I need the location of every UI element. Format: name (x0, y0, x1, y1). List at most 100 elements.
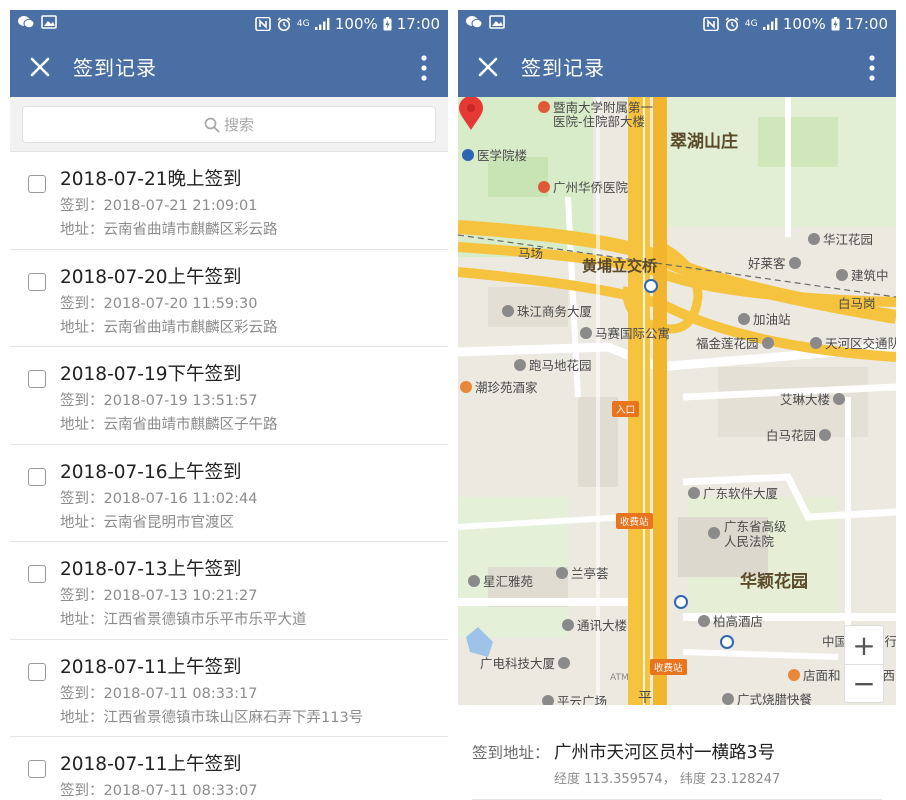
record-item[interactable]: 2018-07-20上午签到 签到：2018-07-20 11:59:30 地址… (10, 250, 448, 347)
sign-toll-1: 收费站 (616, 513, 653, 529)
record-item[interactable]: 2018-07-11上午签到 签到：2018-07-11 08:33:07 (10, 737, 448, 800)
right-screen: 4G 100% 17:00 签到记录 暨南大学附属第一 医院-住院部大楼 翠湖山… (458, 10, 896, 800)
record-item[interactable]: 2018-07-13上午签到 签到：2018-07-13 10:21:27 地址… (10, 542, 448, 640)
record-time: 签到：2018-07-21 21:09:01 (60, 198, 258, 214)
metro-icon[interactable] (644, 279, 658, 293)
poi-software[interactable]: 广东软件大厦 (688, 483, 778, 502)
poi-label: 兰亭荟 (571, 566, 609, 581)
record-item[interactable]: 2018-07-16上午签到 签到：2018-07-16 11:02:44 地址… (10, 445, 448, 542)
search-bar: 搜索 (10, 97, 448, 152)
wechat-icon (466, 16, 482, 29)
poi-lantingqi[interactable]: 兰亭荟 (556, 563, 609, 582)
poi-label: 广电科技大厦 (480, 656, 556, 671)
address-label: 签到地址： (472, 744, 550, 762)
metro-icon[interactable] (720, 635, 734, 649)
record-address: 地址：云南省昆明市官渡区 (60, 514, 234, 531)
left-screen: 4G 100% 17:00 签到记录 搜索 2018-07-21晚上签到 签到：… (10, 10, 448, 800)
poi-xinghui[interactable]: 星汇雅苑 (468, 571, 533, 590)
record-address: 地址：云南省曲靖市麒麟区彩云路 (60, 319, 278, 336)
nfc-icon (703, 17, 719, 31)
location-pin-icon (459, 97, 483, 130)
record-address: 地址：江西省景德镇市乐平市乐平大道 (60, 612, 307, 628)
record-title: 2018-07-19下午签到 (60, 364, 242, 385)
record-checkbox[interactable] (28, 370, 46, 388)
status-bar: 4G 100% 17:00 (10, 10, 448, 38)
poi-guangdian[interactable]: 广电科技大厦 (480, 653, 573, 672)
signal-icon (762, 18, 778, 30)
poi-huajiang[interactable]: 华江花园 (808, 229, 873, 248)
poi-medical-bldg[interactable]: 医学院楼 (462, 145, 527, 164)
search-input[interactable]: 搜索 (22, 106, 436, 143)
clock: 17:00 (844, 15, 888, 33)
poi-jiayouzhan[interactable]: 加油站 (738, 309, 791, 328)
poi-haolaike[interactable]: 好莱客 (748, 253, 804, 272)
poi-label: 暨南大学附属第一 (553, 100, 654, 115)
poi-label: 广东软件大厦 (703, 486, 779, 501)
poi-guangshi[interactable]: 广式烧腊快餐 (722, 689, 812, 705)
address-panel: 签到地址： 广州市天河区员村一横路3号 经度 113.359574， 纬度 23… (458, 705, 896, 800)
record-time: 签到：2018-07-13 10:21:27 (60, 588, 258, 604)
close-icon[interactable] (26, 53, 54, 81)
record-title: 2018-07-20上午签到 (60, 266, 242, 288)
zoom-in-button[interactable]: + (845, 626, 883, 664)
poi-hospital-1[interactable]: 暨南大学附属第一 医院-住院部大楼 (538, 101, 653, 129)
poi-label: 星汇雅苑 (483, 574, 534, 589)
poi-label: 通讯大楼 (577, 618, 628, 633)
record-checkbox[interactable] (28, 467, 46, 486)
more-options-icon[interactable] (864, 53, 880, 83)
address-value: 广州市天河区员村一横路3号 (554, 743, 776, 763)
battery-percent: 100% (782, 15, 826, 33)
metro-icon[interactable] (674, 595, 688, 609)
poi-label: 好莱客 (748, 256, 786, 271)
page-title: 签到记录 (521, 56, 605, 80)
poi-label: 天河区交通队 (825, 336, 896, 351)
record-checkbox[interactable] (28, 175, 46, 193)
poi-ailin[interactable]: 艾琳大楼 (780, 389, 848, 408)
poi-baigao[interactable]: 柏高酒店 (698, 611, 763, 630)
poi-tongxun[interactable]: 通讯大楼 (562, 615, 627, 634)
poi-label: 建筑中 (851, 268, 889, 283)
battery-percent: 100% (334, 15, 378, 33)
poi-masai[interactable]: 马赛国际公寓 (580, 323, 670, 342)
record-item[interactable]: 2018-07-11上午签到 签到：2018-07-11 08:33:17 地址… (10, 640, 448, 737)
poi-chaozhen[interactable]: 潮珍苑酒家 (460, 377, 538, 396)
record-checkbox[interactable] (28, 662, 46, 681)
network-type: 4G (744, 19, 758, 29)
poi-paoma[interactable]: 跑马地花园 (514, 355, 592, 374)
more-options-icon[interactable] (416, 53, 432, 83)
poi-pingyun[interactable]: 平云广场 (542, 691, 607, 705)
coordinates: 经度 113.359574， 纬度 23.128247 (554, 772, 781, 787)
record-time: 签到：2018-07-20 11:59:30 (60, 295, 258, 312)
poi-label: 广州华侨医院 (553, 180, 629, 195)
record-checkbox[interactable] (28, 760, 46, 778)
poi-jianyin[interactable]: 建筑中 (836, 265, 889, 284)
search-placeholder: 搜索 (223, 116, 254, 134)
app-bar: 签到记录 (458, 38, 896, 97)
record-checkbox[interactable] (28, 565, 46, 583)
record-address: 地址：云南省曲靖市麒麟区子午路 (60, 417, 278, 433)
label-baimagang: 白马岗 (838, 296, 876, 311)
poi-court[interactable]: 广东省高级 人民法院 (708, 519, 787, 549)
poi-label: 店面和 (803, 668, 841, 683)
wechat-icon (18, 16, 34, 29)
poi-label: 广式烧腊快餐 (737, 692, 813, 705)
record-checkbox[interactable] (28, 272, 46, 291)
close-icon[interactable] (474, 53, 502, 81)
poi-zhujiang[interactable]: 珠江商务大厦 (502, 301, 592, 320)
record-title: 2018-07-11上午签到 (60, 656, 242, 678)
poi-huaqiao-hospital[interactable]: 广州华侨医院 (538, 177, 628, 196)
record-item[interactable]: 2018-07-19下午签到 签到：2018-07-19 13:51:57 地址… (10, 347, 448, 445)
poi-tianhe-police[interactable]: 天河区交通队 (810, 333, 896, 352)
poi-fujin[interactable]: 福金莲花园 (696, 333, 777, 352)
poi-dianmian[interactable]: 店面和 (788, 665, 841, 684)
poi-baima-garden[interactable]: 白马花园 (766, 425, 834, 444)
poi-label: 广东省高级 (724, 519, 787, 534)
label-huangpu-bridge: 黄埔立交桥 (582, 257, 658, 275)
record-title: 2018-07-11上午签到 (60, 754, 242, 775)
battery-charging-icon (831, 17, 840, 31)
map-view[interactable]: 暨南大学附属第一 医院-住院部大楼 翠湖山庄 医学院楼 广州华侨医院 华江花园 马… (458, 97, 896, 705)
zoom-out-button[interactable]: − (845, 664, 883, 702)
record-time: 签到：2018-07-16 11:02:44 (60, 490, 258, 507)
record-item[interactable]: 2018-07-21晚上签到 签到：2018-07-21 21:09:01 地址… (10, 152, 448, 250)
record-time: 签到：2018-07-19 13:51:57 (60, 393, 258, 409)
